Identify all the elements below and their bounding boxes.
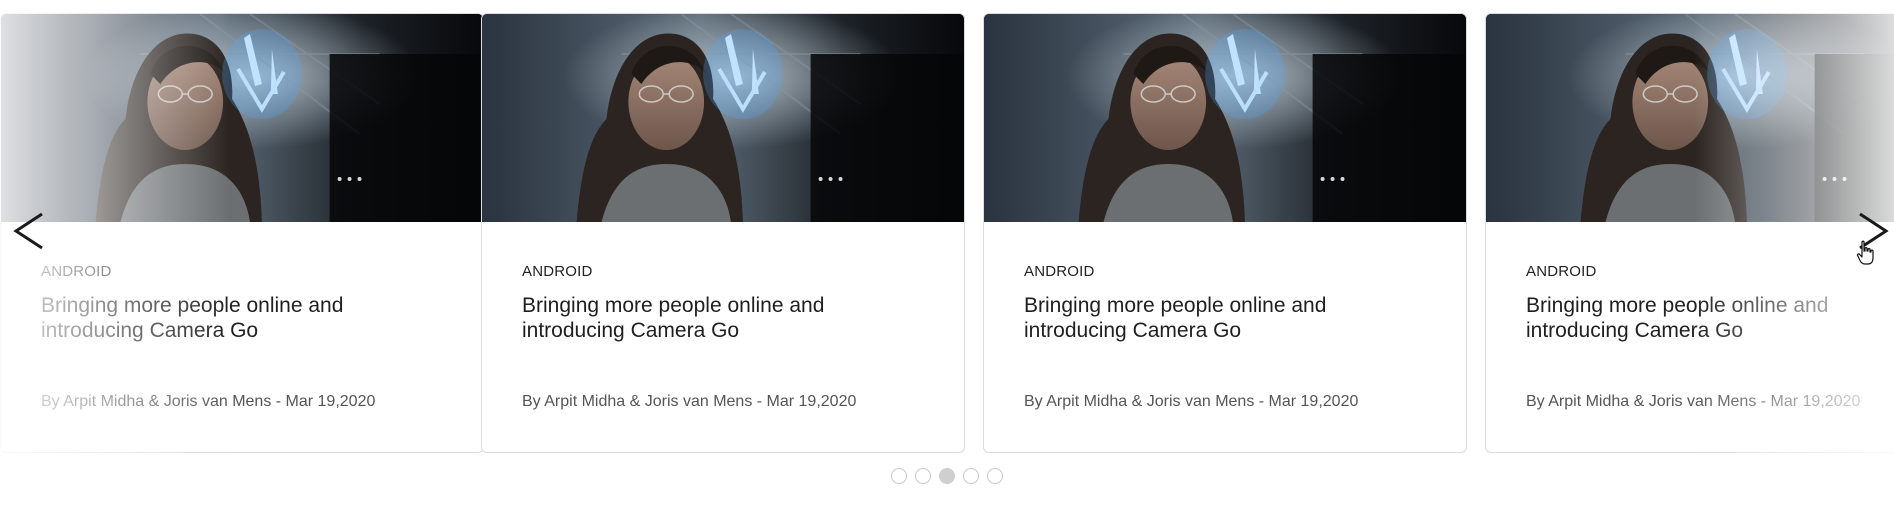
card-body: ANDROID Bringing more people online and … bbox=[1486, 263, 1894, 411]
card-category: ANDROID bbox=[1024, 263, 1095, 280]
pagination-dot[interactable] bbox=[891, 468, 907, 484]
card-image bbox=[482, 14, 964, 222]
card-byline: By Arpit Midha & Joris van Mens - Mar 19… bbox=[1024, 393, 1359, 410]
card-byline: By Arpit Midha & Joris van Mens - Mar 19… bbox=[1526, 393, 1861, 410]
card-category: ANDROID bbox=[41, 263, 112, 280]
article-card[interactable]: ANDROID Bringing more people online and … bbox=[1485, 13, 1894, 453]
pagination-dot[interactable] bbox=[963, 468, 979, 484]
pagination-dot[interactable] bbox=[915, 468, 931, 484]
article-carousel: ANDROID Bringing more people online and … bbox=[0, 0, 1894, 508]
card-title[interactable]: Bringing more people online and introduc… bbox=[522, 293, 922, 343]
article-card[interactable]: ANDROID Bringing more people online and … bbox=[481, 13, 965, 453]
article-photo bbox=[984, 14, 1466, 222]
card-body: ANDROID Bringing more people online and … bbox=[984, 263, 1466, 411]
article-photo bbox=[1, 14, 483, 222]
card-category: ANDROID bbox=[522, 263, 593, 280]
card-body: ANDROID Bringing more people online and … bbox=[1, 263, 483, 411]
card-title[interactable]: Bringing more people online and introduc… bbox=[41, 293, 441, 343]
card-title[interactable]: Bringing more people online and introduc… bbox=[1024, 293, 1424, 343]
pagination-dot[interactable] bbox=[987, 468, 1003, 484]
card-body: ANDROID Bringing more people online and … bbox=[482, 263, 964, 411]
hand-pointer-cursor-icon bbox=[1856, 240, 1876, 266]
article-photo bbox=[1486, 14, 1894, 222]
card-image bbox=[1, 14, 483, 222]
article-card[interactable]: ANDROID Bringing more people online and … bbox=[983, 13, 1467, 453]
carousel-track: ANDROID Bringing more people online and … bbox=[0, 13, 1894, 455]
card-image bbox=[984, 14, 1466, 222]
carousel-prev-button[interactable] bbox=[10, 208, 50, 254]
carousel-pagination bbox=[0, 468, 1894, 488]
card-image bbox=[1486, 14, 1894, 222]
article-photo bbox=[482, 14, 964, 222]
pagination-dot[interactable] bbox=[939, 468, 955, 484]
chevron-left-icon bbox=[13, 212, 43, 250]
card-title[interactable]: Bringing more people online and introduc… bbox=[1526, 293, 1894, 343]
card-byline: By Arpit Midha & Joris van Mens - Mar 19… bbox=[41, 393, 376, 410]
article-card[interactable]: ANDROID Bringing more people online and … bbox=[0, 13, 484, 453]
card-category: ANDROID bbox=[1526, 263, 1597, 280]
card-byline: By Arpit Midha & Joris van Mens - Mar 19… bbox=[522, 393, 857, 410]
